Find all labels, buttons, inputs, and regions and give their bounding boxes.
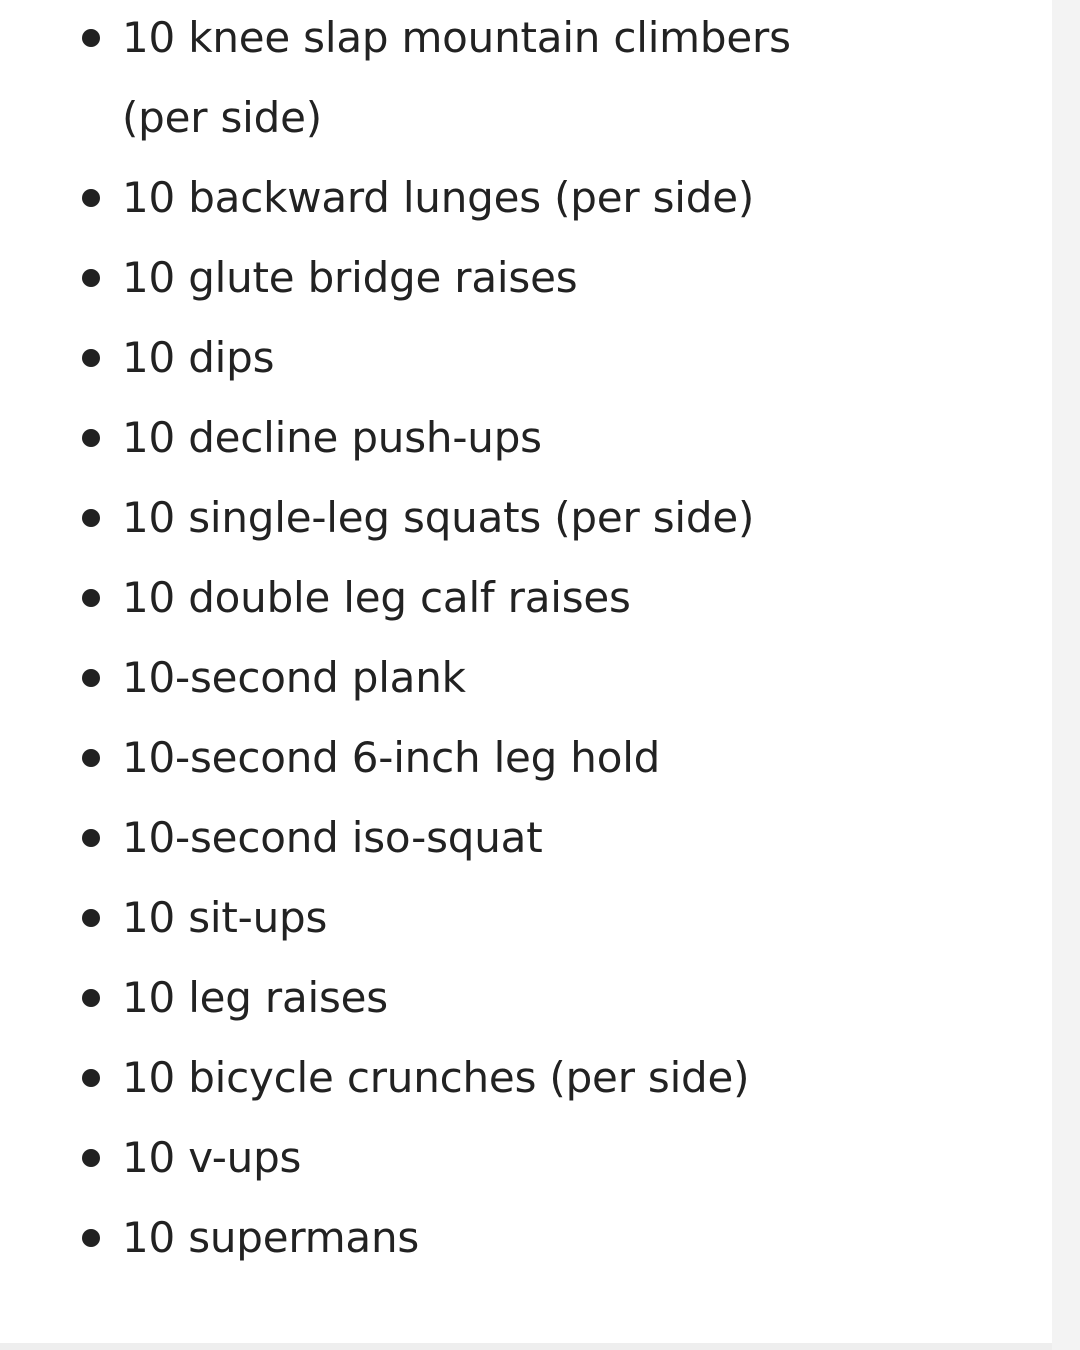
list-item-text: 10 glute bridge raises	[122, 253, 578, 302]
list-item: 10 dips	[0, 318, 1000, 398]
list-item-text: 10 single-leg squats (per side)	[122, 493, 755, 542]
bullet-icon	[82, 189, 100, 207]
list-item-text: 10-second iso-squat	[122, 813, 543, 862]
list-item-text: 10 backward lunges (per side)	[122, 173, 755, 222]
bullet-icon	[82, 749, 100, 767]
article-page: 10 knee slap mountain climbers (per side…	[0, 0, 1052, 1343]
bullet-icon	[82, 909, 100, 927]
page-bottom-edge	[0, 1343, 1052, 1350]
bullet-icon	[82, 429, 100, 447]
list-item: 10-second plank	[0, 638, 1000, 718]
bullet-icon	[82, 269, 100, 287]
bullet-icon	[82, 29, 100, 47]
exercise-list: 10 knee slap mountain climbers (per side…	[0, 0, 1000, 1278]
list-item: 10-second iso-squat	[0, 798, 1000, 878]
list-item: 10 leg raises	[0, 958, 1000, 1038]
list-item: 10 backward lunges (per side)	[0, 158, 1000, 238]
list-item-text: 10 leg raises	[122, 973, 388, 1022]
list-item-text: 10 supermans	[122, 1213, 420, 1262]
list-item-text: 10 sit-ups	[122, 893, 328, 942]
bullet-icon	[82, 1149, 100, 1167]
list-item: 10 v-ups	[0, 1118, 1000, 1198]
list-item: 10 supermans	[0, 1198, 1000, 1278]
bullet-icon	[82, 509, 100, 527]
list-item-text: 10 decline push-ups	[122, 413, 542, 462]
list-item-text: 10 knee slap mountain climbers (per side…	[122, 13, 791, 142]
bullet-icon	[82, 829, 100, 847]
list-item-text: 10 v-ups	[122, 1133, 302, 1182]
list-item-text: 10 bicycle crunches (per side)	[122, 1053, 750, 1102]
list-item: 10 single-leg squats (per side)	[0, 478, 1000, 558]
bullet-icon	[82, 589, 100, 607]
bullet-icon	[82, 669, 100, 687]
list-item: 10 knee slap mountain climbers (per side…	[0, 0, 1000, 158]
list-item: 10-second 6-inch leg hold	[0, 718, 1000, 798]
scrollbar-track[interactable]	[1052, 0, 1080, 1350]
bullet-icon	[82, 1069, 100, 1087]
list-item-text: 10 double leg calf raises	[122, 573, 631, 622]
list-item-text: 10 dips	[122, 333, 275, 382]
list-item: 10 decline push-ups	[0, 398, 1000, 478]
bullet-icon	[82, 989, 100, 1007]
list-item: 10 sit-ups	[0, 878, 1000, 958]
bullet-icon	[82, 1229, 100, 1247]
list-item: 10 bicycle crunches (per side)	[0, 1038, 1000, 1118]
list-item: 10 glute bridge raises	[0, 238, 1000, 318]
bullet-icon	[82, 349, 100, 367]
list-item: 10 double leg calf raises	[0, 558, 1000, 638]
list-item-text: 10-second 6-inch leg hold	[122, 733, 661, 782]
list-item-text: 10-second plank	[122, 653, 466, 702]
